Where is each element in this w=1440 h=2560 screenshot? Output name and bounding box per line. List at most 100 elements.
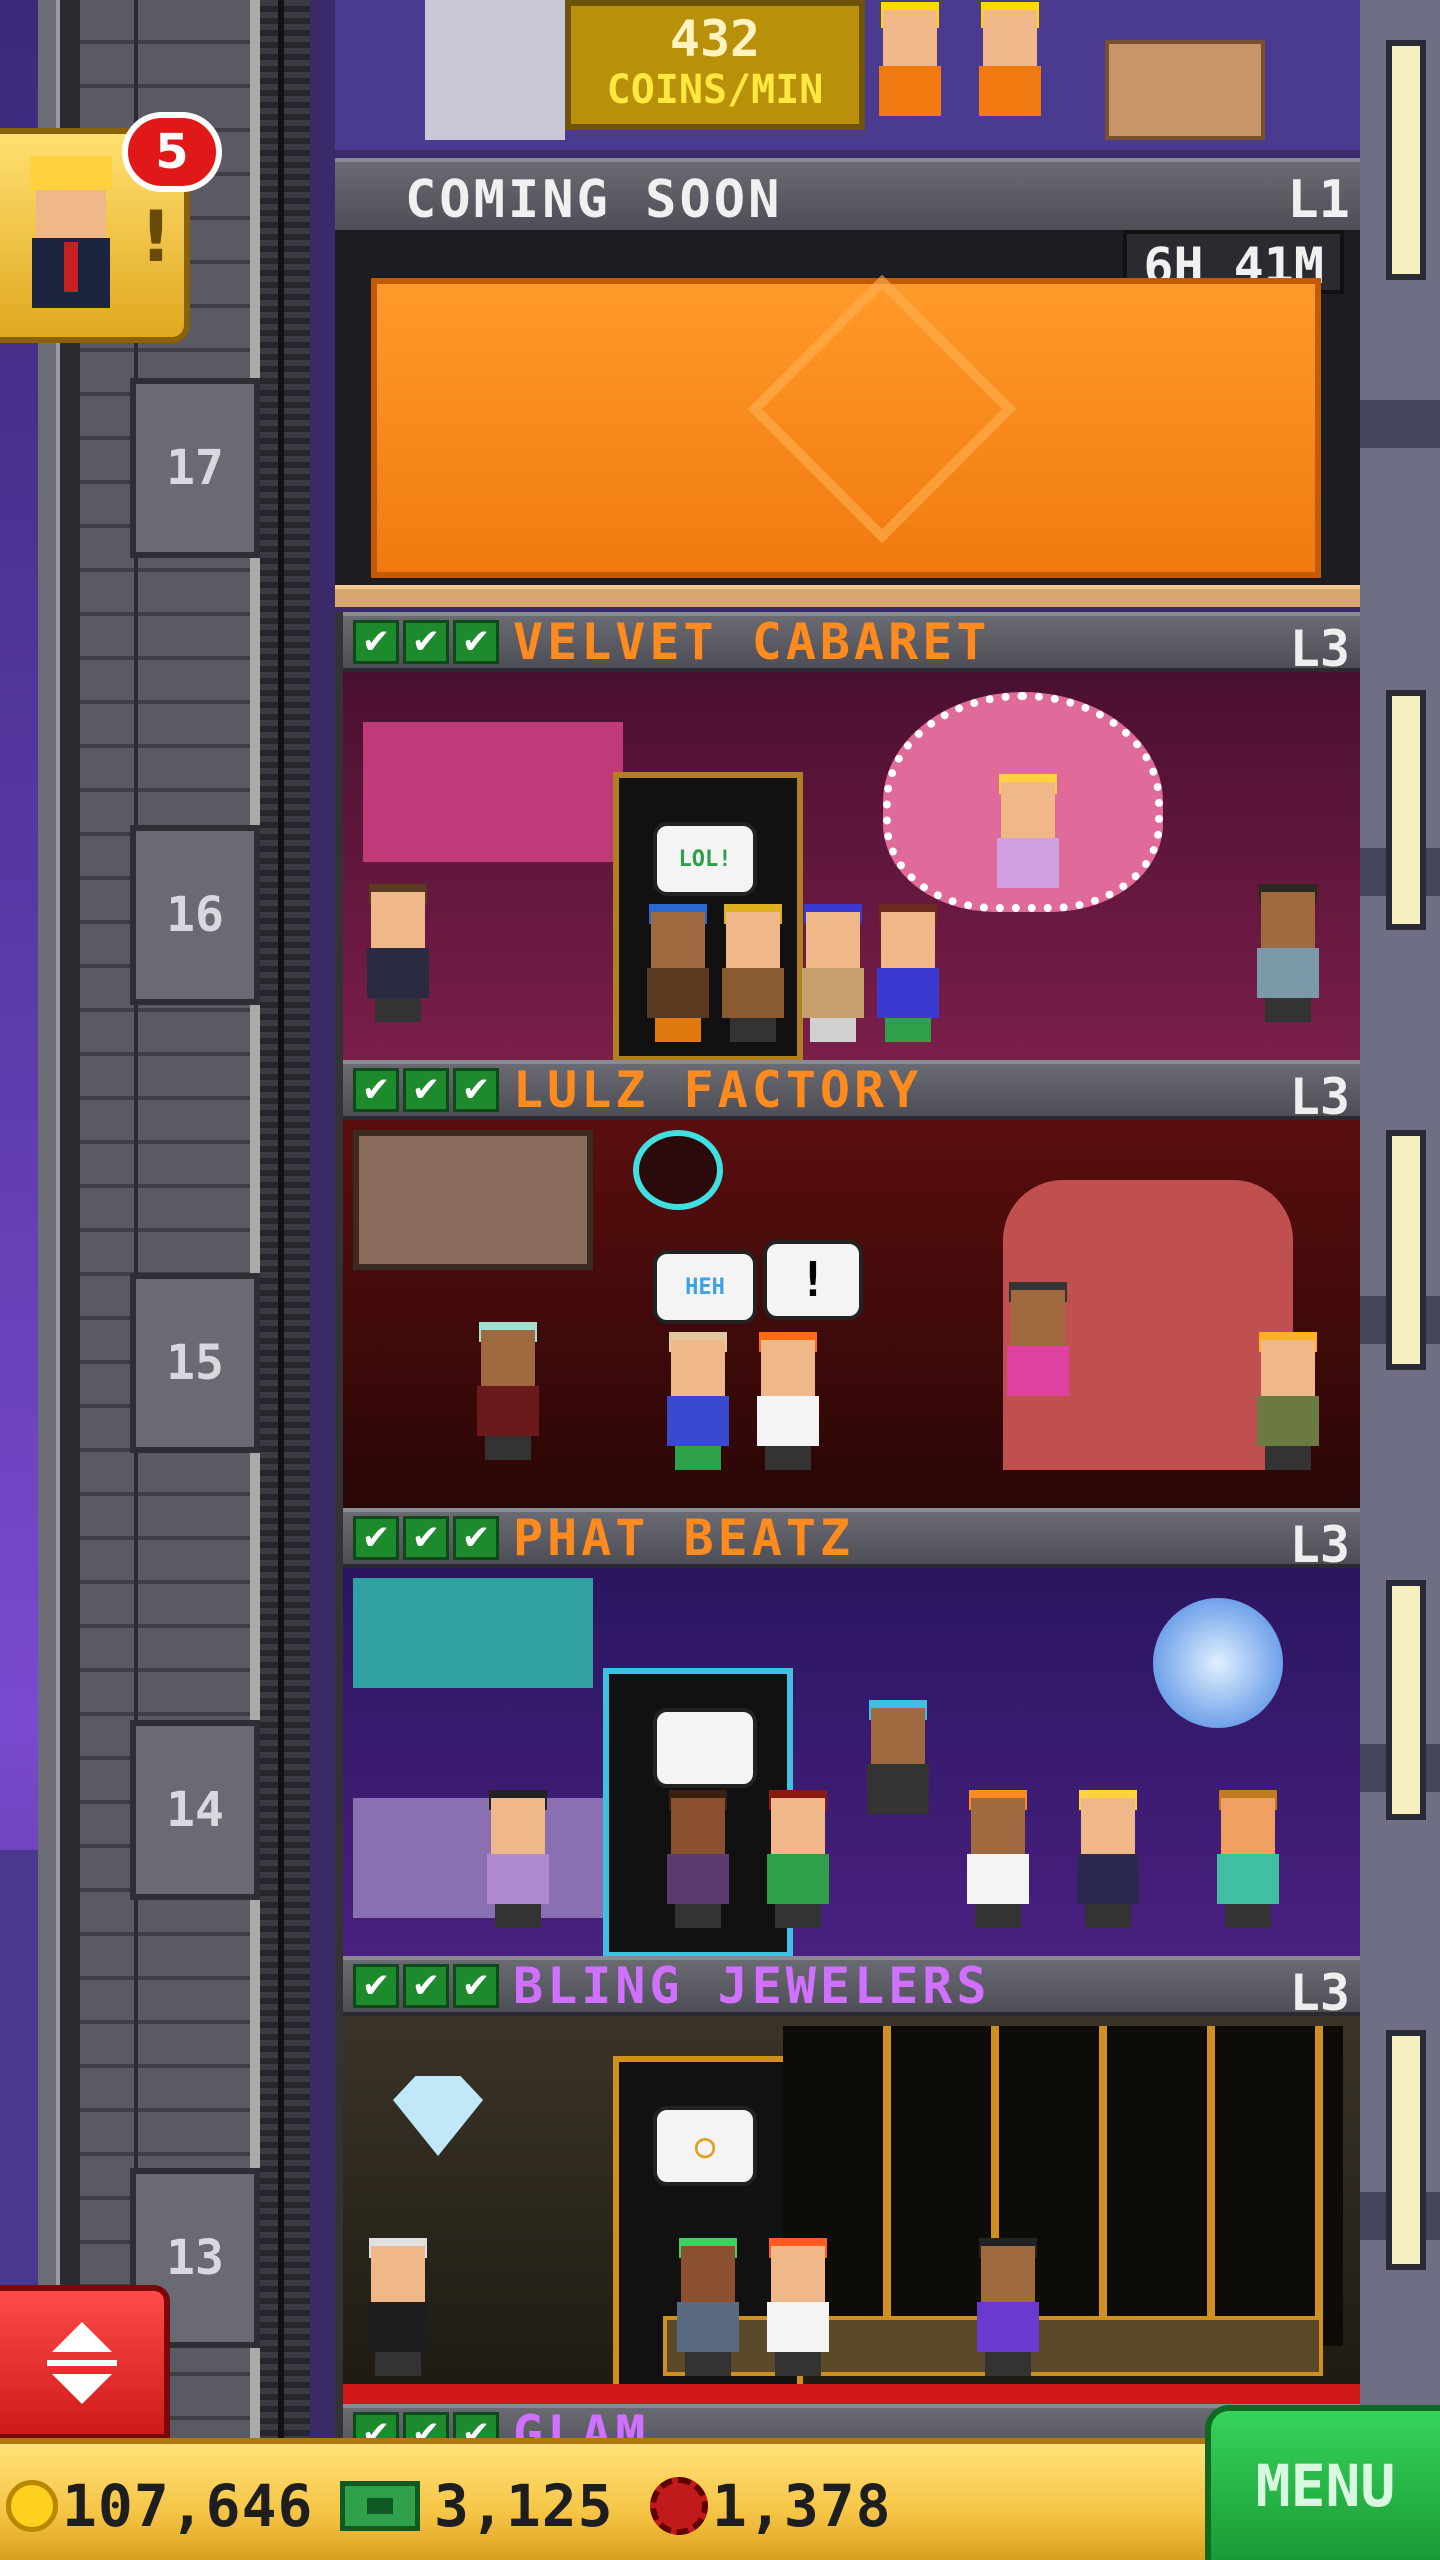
bitizen-character bbox=[663, 1332, 733, 1470]
construction-tarp bbox=[371, 274, 1321, 578]
diamond-icon bbox=[393, 2076, 483, 2156]
building-window bbox=[1386, 1580, 1426, 1820]
bitizen-character bbox=[753, 1332, 823, 1470]
chip-icon bbox=[650, 2477, 708, 2535]
floor-lulz-factory[interactable]: ✔ ✔ ✔ LULZ FACTORY L3 HEH ! bbox=[335, 1060, 1360, 1508]
floor-name: PHAT BEATZ bbox=[513, 1509, 855, 1567]
floor-level: L3 bbox=[1289, 1516, 1350, 1574]
floor-name: LULZ FACTORY bbox=[513, 1061, 923, 1119]
menu-button[interactable]: MENU bbox=[1205, 2405, 1440, 2560]
visitor-vip-icon bbox=[26, 156, 116, 320]
bitizen-character bbox=[963, 1790, 1033, 1928]
floor-name: BLING JEWELERS bbox=[513, 1957, 991, 2015]
bitizen-character bbox=[1253, 1332, 1323, 1470]
coins-per-minute-value: 432 bbox=[669, 10, 761, 68]
dj-lights bbox=[353, 1578, 593, 1688]
floor-header: ✔ ✔ ✔ BLING JEWELERS L3 bbox=[343, 1956, 1360, 2022]
worker-character bbox=[875, 2, 945, 140]
floor-velvet-cabaret[interactable]: ✔ ✔ ✔ VELVET CABARET L3 LOL! bbox=[335, 612, 1360, 1062]
check-icon: ✔ bbox=[353, 1068, 399, 1112]
floor-header: ✔ ✔ ✔ LULZ FACTORY L3 bbox=[343, 1060, 1360, 1126]
floor-scene: ○ bbox=[343, 2016, 1360, 2406]
cash-counter: 3,125 bbox=[340, 2472, 614, 2540]
shaft-inner-wall bbox=[60, 0, 80, 2460]
floor-name: VELVET CABARET bbox=[513, 613, 991, 671]
floor-number-15: 15 bbox=[130, 1273, 260, 1453]
construction-floor[interactable]: 6H 41M bbox=[335, 230, 1360, 600]
stock-checks: ✔ ✔ ✔ bbox=[353, 1516, 499, 1560]
floor-phat-beatz[interactable]: ✔ ✔ ✔ PHAT BEATZ L3 bbox=[335, 1508, 1360, 1958]
dj-booth bbox=[353, 1798, 603, 1918]
crate bbox=[1105, 40, 1265, 140]
coins-per-minute-sign: 432 COINS/MIN bbox=[565, 0, 865, 130]
check-icon: ✔ bbox=[353, 620, 399, 664]
alert-exclamation-icon: ! bbox=[140, 196, 172, 278]
check-icon: ✔ bbox=[453, 1068, 499, 1112]
bitizen-character bbox=[763, 2238, 833, 2376]
stock-checks: ✔ ✔ ✔ bbox=[353, 1964, 499, 2008]
floor-number-17: 17 bbox=[130, 378, 260, 558]
building-window bbox=[1386, 40, 1426, 280]
shaft-outer-wall bbox=[38, 0, 60, 2460]
portrait-frame bbox=[353, 1130, 593, 1270]
stock-checks: ✔ ✔ ✔ bbox=[353, 620, 499, 664]
window-glass bbox=[425, 0, 565, 140]
bitizen-character bbox=[873, 904, 943, 1042]
bitizen-character bbox=[673, 2238, 743, 2376]
check-icon: ✔ bbox=[403, 1068, 449, 1112]
top-floor-partial[interactable]: 432 COINS/MIN bbox=[335, 0, 1360, 150]
bitizen-character bbox=[718, 904, 788, 1042]
floor-scene: LOL! bbox=[343, 672, 1360, 1062]
coming-soon-header[interactable]: COMING SOON L1 bbox=[335, 158, 1360, 230]
floor-header: ✔ ✔ ✔ PHAT BEATZ L3 bbox=[343, 1508, 1360, 1574]
arrow-down-icon bbox=[52, 2373, 112, 2404]
bux-icon bbox=[340, 2481, 420, 2531]
floor-level: L3 bbox=[1289, 1964, 1350, 2022]
bitizen-character bbox=[663, 1790, 733, 1928]
comedian-character bbox=[1003, 1282, 1073, 1420]
check-icon: ✔ bbox=[453, 1964, 499, 2008]
bitizen-character bbox=[473, 1322, 543, 1460]
bitizen-character bbox=[483, 1790, 553, 1928]
coin-icon bbox=[6, 2480, 58, 2532]
neon-sign-icon bbox=[633, 1130, 723, 1210]
check-icon: ✔ bbox=[453, 1516, 499, 1560]
disco-ball-icon bbox=[1153, 1598, 1283, 1728]
floor-number-14: 14 bbox=[130, 1720, 260, 1900]
performer-character bbox=[993, 774, 1063, 912]
building-window bbox=[1386, 1130, 1426, 1370]
stock-checks: ✔ ✔ ✔ bbox=[353, 1068, 499, 1112]
exclamation-bubble-icon: ! bbox=[763, 1240, 863, 1320]
bitizen-character bbox=[363, 884, 433, 1022]
elevator-shaft[interactable] bbox=[80, 0, 260, 2460]
floor-level: L3 bbox=[1289, 620, 1350, 678]
floor-scene: HEH ! bbox=[343, 1120, 1360, 1508]
speech-bubble: HEH bbox=[653, 1250, 757, 1324]
building-window bbox=[1386, 2030, 1426, 2270]
coins-per-minute-unit: COINS/MIN bbox=[606, 67, 824, 113]
coins-counter: 107,646 bbox=[6, 2472, 313, 2540]
jewelry-display-wall bbox=[783, 2026, 1343, 2346]
floor-level: L3 bbox=[1289, 1068, 1350, 1126]
floor-header: ✔ ✔ ✔ VELVET CABARET L3 bbox=[343, 612, 1360, 678]
vinyl-bubble-icon bbox=[653, 1708, 757, 1788]
bitizen-character bbox=[1213, 1790, 1283, 1928]
elevator-button[interactable] bbox=[0, 2285, 170, 2440]
floor-scene bbox=[343, 1568, 1360, 1958]
bitizen-character bbox=[1253, 884, 1323, 1022]
floor-divider bbox=[335, 585, 1360, 607]
bitizen-character bbox=[973, 2238, 1043, 2376]
notification-badge: 5 bbox=[122, 112, 222, 192]
ring-bubble-icon: ○ bbox=[653, 2106, 757, 2186]
coming-soon-title: COMING SOON bbox=[405, 170, 783, 230]
arrow-up-icon bbox=[52, 2321, 112, 2352]
bitizen-character bbox=[643, 904, 713, 1042]
bitizen-character bbox=[763, 1790, 833, 1928]
floor-bling-jewelers[interactable]: ✔ ✔ ✔ BLING JEWELERS L3 ○ bbox=[335, 1956, 1360, 2406]
check-icon: ✔ bbox=[403, 620, 449, 664]
chips-counter: 1,378 bbox=[650, 2472, 892, 2540]
bitizen-character bbox=[798, 904, 868, 1042]
dj-character bbox=[863, 1700, 933, 1838]
floor-number-16: 16 bbox=[130, 825, 260, 1005]
cash-value: 3,125 bbox=[434, 2472, 614, 2540]
